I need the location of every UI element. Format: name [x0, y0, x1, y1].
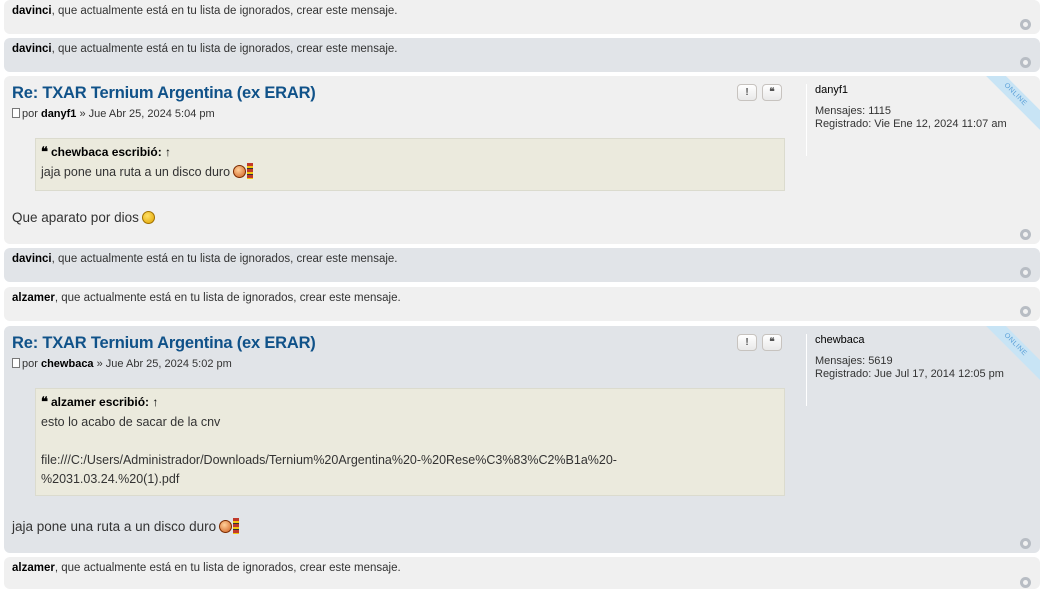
post-title[interactable]: Re: TXAR Ternium Argentina (ex ERAR) — [12, 334, 316, 353]
post-profile: chewbaca Mensajes: 5619 Registrado: Jue … — [806, 334, 1036, 406]
report-button[interactable]: ! — [737, 334, 757, 351]
back-to-top-icon[interactable] — [1020, 538, 1031, 549]
back-to-top-icon[interactable] — [1020, 267, 1031, 278]
quote-line — [41, 432, 779, 451]
ignored-post-notice: davinci, que actualmente está en tu list… — [4, 38, 1040, 72]
quote-cite: ❝ chewbaca escribió: ↑ — [41, 145, 779, 160]
profile-posts-count: Mensajes: 5619 — [815, 355, 893, 367]
profile-registered: Registrado: Vie Ene 12, 2024 11:07 am — [815, 118, 1007, 130]
quote-line: %2031.03.24.%20(1).pdf — [41, 472, 180, 486]
ignored-username[interactable]: alzamer — [12, 562, 55, 574]
back-to-top-icon[interactable] — [1020, 57, 1031, 68]
ignored-post-notice: alzamer, que actualmente está en tu list… — [4, 557, 1040, 589]
back-to-top-icon[interactable] — [1020, 19, 1031, 30]
post-author[interactable]: chewbaca — [41, 358, 94, 370]
quote-line: esto lo acabo de sacar de la cnv — [41, 415, 221, 429]
ignored-message: , que actualmente está en tu lista de ig… — [51, 253, 398, 265]
ignored-post-notice: alzamer, que actualmente está en tu list… — [4, 287, 1040, 321]
file-icon[interactable] — [12, 358, 20, 368]
post-date: » Jue Abr 25, 2024 5:04 pm — [79, 108, 215, 120]
file-icon[interactable] — [12, 108, 20, 118]
post-meta: por danyf1 » Jue Abr 25, 2024 5:04 pm — [12, 108, 215, 120]
ignored-message: , que actualmente está en tu lista de ig… — [54, 562, 401, 574]
quote-cite-text[interactable]: alzamer escribió: ↑ — [51, 395, 158, 409]
quote-block: ❝ chewbaca escribió: ↑ jaja pone una ruta… — [35, 138, 785, 191]
ignored-message: , que actualmente está en tu lista de ig… — [51, 43, 398, 55]
back-to-top-icon[interactable] — [1020, 577, 1031, 588]
post-meta-prefix: por — [22, 358, 38, 370]
quote-block: ❝ alzamer escribió: ↑ esto lo acabo de sa… — [35, 388, 785, 496]
post-meta: por chewbaca » Jue Abr 25, 2024 5:02 pm — [12, 358, 232, 370]
back-to-top-icon[interactable] — [1020, 229, 1031, 240]
ignored-post-notice: davinci, que actualmente está en tu list… — [4, 248, 1040, 282]
ignored-username[interactable]: alzamer — [12, 292, 55, 304]
ignored-post-notice: davinci, que actualmente está en tu list… — [4, 0, 1040, 34]
ignored-message: , que actualmente está en tu lista de ig… — [54, 292, 401, 304]
ignored-message: , que actualmente está en tu lista de ig… — [51, 5, 398, 17]
profile-registered: Registrado: Jue Jul 17, 2014 12:05 pm — [815, 368, 1004, 380]
quote-cite-text[interactable]: chewbaca escribió: ↑ — [51, 145, 171, 159]
laughing-smiley-icon — [141, 211, 155, 224]
quote-line: file:///C:/Users/Administrador/Downloads… — [41, 453, 617, 467]
post-body: Que aparato por dios — [12, 210, 155, 225]
post-body: jaja pone una ruta a un disco duro — [12, 518, 240, 534]
quote-button[interactable]: ❝ — [762, 334, 782, 351]
quote-icon: ❝ — [41, 395, 48, 410]
quote-line: jaja pone una ruta a un disco duro — [41, 163, 779, 182]
gun-smiley-icon — [219, 520, 233, 533]
post-title[interactable]: Re: TXAR Ternium Argentina (ex ERAR) — [12, 84, 316, 103]
ignored-username[interactable]: davinci — [12, 43, 52, 55]
back-to-top-icon[interactable] — [1020, 306, 1031, 317]
post: Re: TXAR Ternium Argentina (ex ERAR) por… — [4, 76, 1040, 244]
post: Re: TXAR Ternium Argentina (ex ERAR) por… — [4, 326, 1040, 553]
quote-cite: ❝ alzamer escribió: ↑ — [41, 395, 779, 410]
gun-smiley-icon — [233, 165, 247, 178]
post-date: » Jue Abr 25, 2024 5:02 pm — [96, 358, 232, 370]
post-author[interactable]: danyf1 — [41, 108, 76, 120]
ignored-username[interactable]: davinci — [12, 5, 52, 17]
gun-icon — [247, 163, 254, 179]
quote-icon: ❝ — [41, 145, 48, 160]
quote-button[interactable]: ❝ — [762, 84, 782, 101]
gun-icon — [233, 518, 240, 534]
profile-posts-count: Mensajes: 1115 — [815, 105, 892, 117]
post-meta-prefix: por — [22, 108, 38, 120]
ignored-username[interactable]: davinci — [12, 253, 52, 265]
post-profile: danyf1 Mensajes: 1115 Registrado: Vie En… — [806, 84, 1036, 156]
report-button[interactable]: ! — [737, 84, 757, 101]
